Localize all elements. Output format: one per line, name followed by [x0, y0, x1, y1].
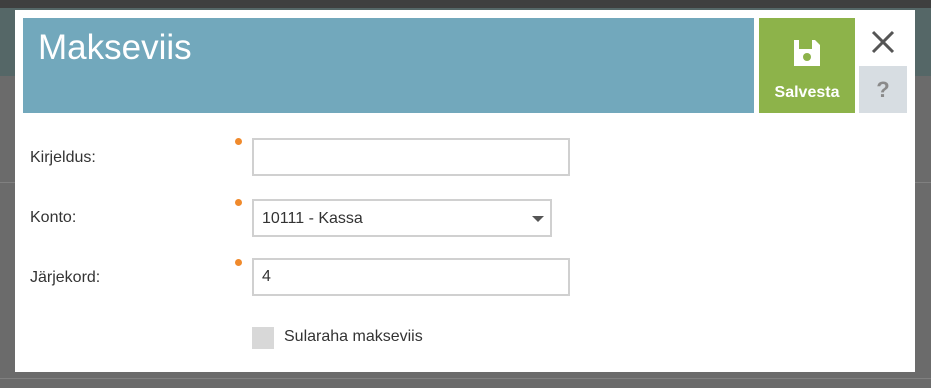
- chevron-down-icon: [532, 216, 544, 222]
- background-divider: [0, 378, 931, 379]
- close-icon: [871, 30, 895, 54]
- account-select[interactable]: 10111 - Kassa: [252, 199, 552, 237]
- save-button-label: Salvesta: [774, 84, 840, 101]
- order-label: Järjekord:: [30, 269, 101, 286]
- order-input[interactable]: [252, 258, 570, 296]
- cash-payment-checkbox[interactable]: [252, 327, 274, 349]
- save-icon: [794, 40, 820, 66]
- background-topbar: [0, 0, 931, 8]
- save-button[interactable]: Salvesta: [759, 18, 855, 113]
- dialog-title: Makseviis: [38, 28, 192, 67]
- description-input[interactable]: [252, 138, 570, 176]
- dialog-title-bar: Makseviis: [23, 18, 754, 113]
- account-select-value: 10111 - Kassa: [262, 210, 363, 227]
- cash-payment-label: Sularaha makseviis: [284, 328, 423, 345]
- required-indicator: [235, 199, 242, 206]
- account-label: Konto:: [30, 209, 77, 226]
- payment-method-dialog: Makseviis Salvesta ? Kirjeldus: Konto: 1…: [15, 10, 915, 372]
- required-indicator: [235, 259, 242, 266]
- close-button[interactable]: [863, 22, 903, 62]
- help-button[interactable]: ?: [859, 66, 907, 113]
- required-indicator: [235, 138, 242, 145]
- description-label: Kirjeldus:: [30, 149, 96, 166]
